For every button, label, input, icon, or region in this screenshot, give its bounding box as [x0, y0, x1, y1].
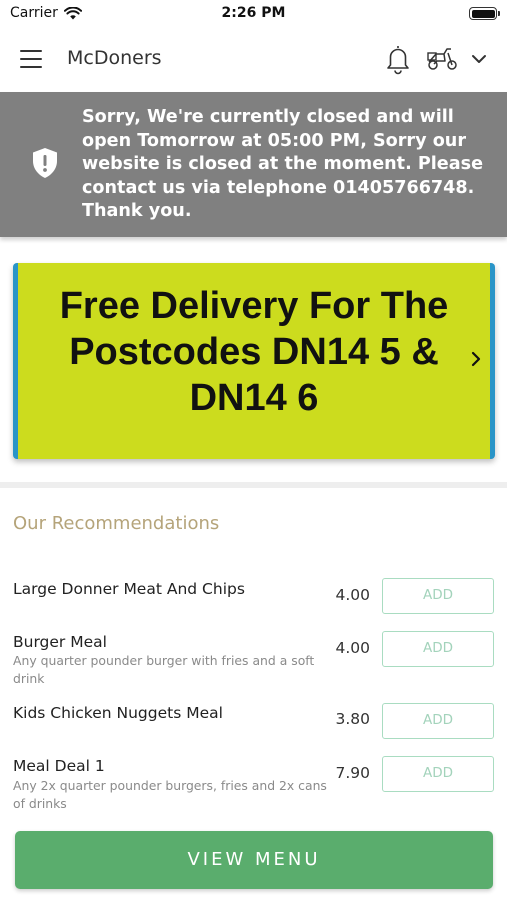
item-description: Any quarter pounder burger with fries an… — [13, 653, 315, 686]
item-description: Any 2x quarter pounder burgers, fries an… — [13, 778, 327, 811]
shield-alert-icon — [33, 148, 57, 178]
battery-icon — [469, 7, 500, 20]
chevron-right-icon[interactable] — [468, 347, 484, 371]
item-name: Meal Deal 1 — [13, 757, 105, 775]
restaurant-name: McDoners — [67, 47, 162, 69]
add-button[interactable]: ADD — [382, 578, 494, 614]
scooter-icon[interactable] — [426, 45, 460, 73]
promo-text: Free Delivery For The Postcodes DN14 5 &… — [59, 285, 449, 419]
status-time: 2:26 PM — [221, 5, 286, 21]
add-button[interactable]: ADD — [382, 756, 494, 792]
status-bar: Carrier 2:26 PM — [0, 0, 507, 28]
item-name: Burger Meal — [13, 633, 107, 651]
closed-notice-banner: Sorry, We're currently closed and will o… — [0, 92, 507, 237]
item-price: 4.00 — [335, 586, 370, 604]
promo-banner[interactable]: Free Delivery For The Postcodes DN14 5 &… — [13, 263, 495, 459]
item-name: Large Donner Meat And Chips — [13, 580, 245, 598]
section-divider — [0, 482, 507, 488]
item-price: 3.80 — [335, 710, 370, 728]
hamburger-menu-icon[interactable] — [20, 46, 48, 72]
add-button[interactable]: ADD — [382, 631, 494, 667]
item-name: Kids Chicken Nuggets Meal — [13, 704, 223, 722]
bell-icon[interactable] — [384, 43, 412, 75]
app-header: McDoners — [0, 28, 507, 92]
view-menu-button[interactable]: VIEW MENU — [15, 831, 493, 889]
add-button[interactable]: ADD — [382, 703, 494, 739]
item-price: 7.90 — [335, 764, 370, 782]
item-price: 4.00 — [335, 639, 370, 657]
recommendations-heading: Our Recommendations — [13, 513, 220, 534]
chevron-down-icon[interactable] — [468, 48, 490, 70]
closed-message: Sorry, We're currently closed and will o… — [82, 107, 484, 221]
